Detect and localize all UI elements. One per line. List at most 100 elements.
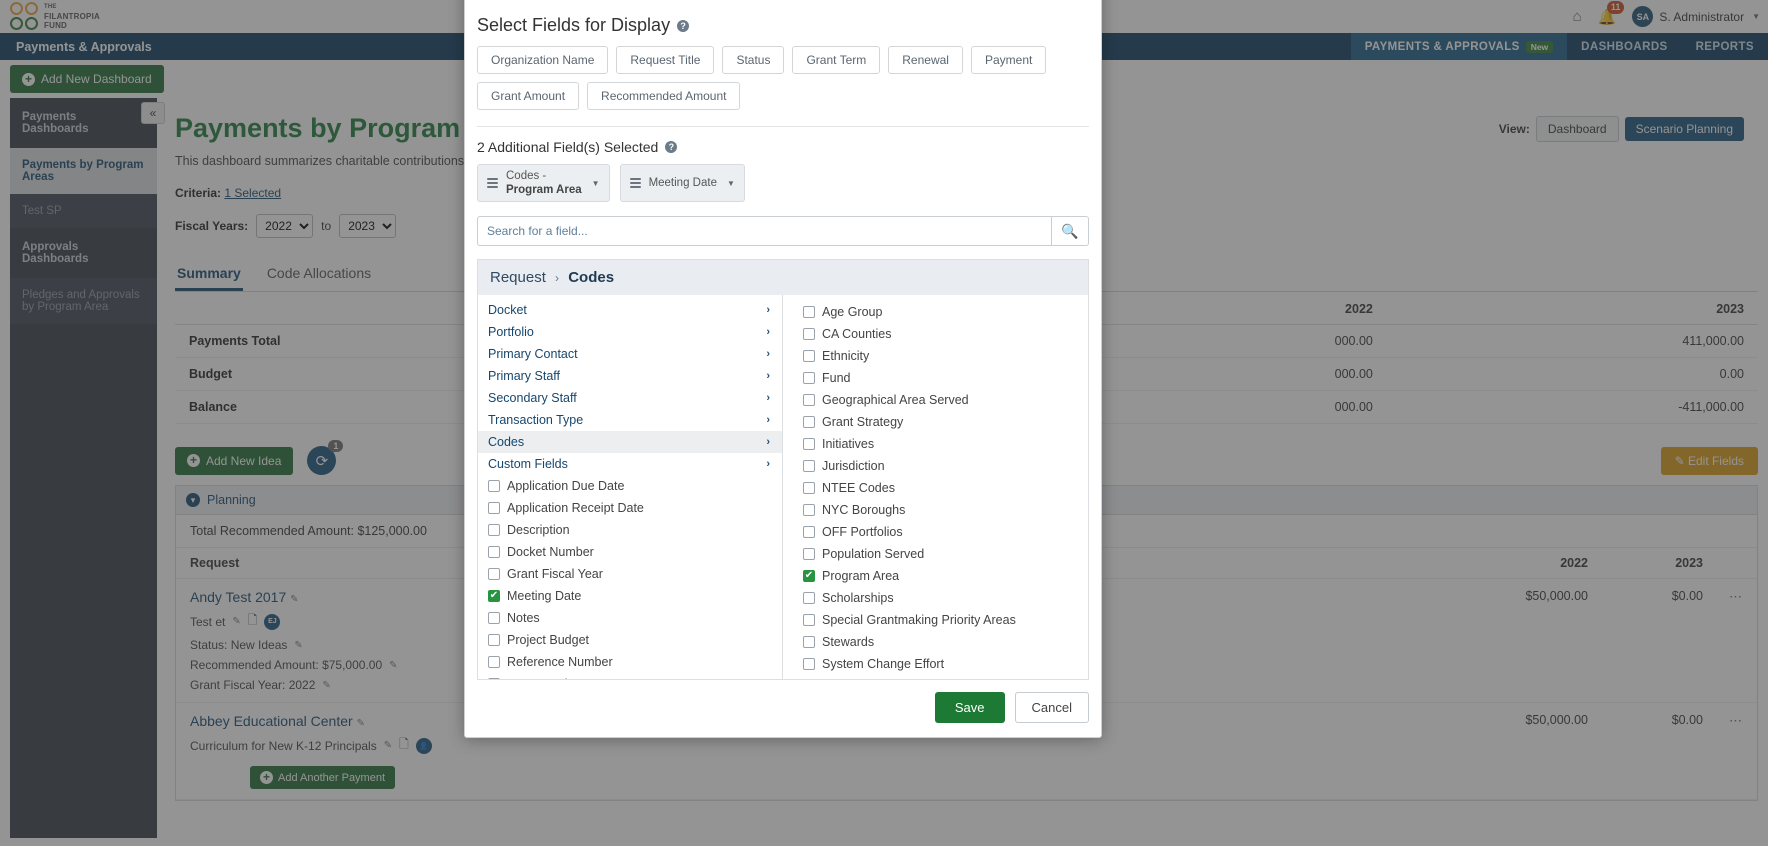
checkbox-scholarships[interactable]: Scholarships [793,587,1088,609]
checkbox-special-grantmaking-priority-areas[interactable]: Special Grantmaking Priority Areas [793,609,1088,631]
checkbox-program-area[interactable]: Program Area [793,565,1088,587]
checkbox-label: NYC Boroughs [822,503,906,517]
checkbox-icon[interactable] [803,438,815,450]
checkbox-icon[interactable] [803,614,815,626]
checkbox-icon[interactable] [803,548,815,560]
picker-body: Docket › Portfolio › Primary Contact › P… [478,295,1088,679]
chevron-down-icon[interactable]: ▼ [592,179,600,188]
checkbox-ca-counties[interactable]: CA Counties [793,323,1088,345]
chip-payment[interactable]: Payment [970,46,1047,74]
dialog-title: Select Fields for Display [477,15,671,35]
checkbox-icon-checked[interactable] [488,590,500,602]
tree-item-codes[interactable]: Codes › [478,431,782,453]
search-icon: 🔍 [1061,222,1079,239]
tree-item-primary-contact[interactable]: Primary Contact › [478,343,782,365]
checkbox-label: Grant Fiscal Year [507,567,603,581]
help-icon[interactable]: ? [677,19,690,32]
checkbox-jurisdiction[interactable]: Jurisdiction [793,455,1088,477]
breadcrumb-root[interactable]: Request [490,269,546,286]
checkbox-initiatives[interactable]: Initiatives [793,433,1088,455]
checkbox-requested-amount[interactable]: Requested Amount [478,673,782,679]
checkbox-icon[interactable] [488,656,500,668]
checkbox-stewards[interactable]: Stewards [793,631,1088,653]
checkbox-icon[interactable] [803,372,815,384]
checkbox-icon[interactable] [803,350,815,362]
checkbox-ntee-codes[interactable]: NTEE Codes [793,477,1088,499]
checkbox-icon[interactable] [488,568,500,580]
checkbox-system-change-effort[interactable]: System Change Effort [793,653,1088,675]
checkbox-icon[interactable] [488,634,500,646]
checkbox-icon[interactable] [803,658,815,670]
chip-status[interactable]: Status [722,46,785,74]
checkbox-off-portfolios[interactable]: OFF Portfolios [793,521,1088,543]
checkbox-reference-number[interactable]: Reference Number [478,651,782,673]
chip-label-lines: Codes - Program Area [506,169,582,197]
tree-item-transaction-type[interactable]: Transaction Type › [478,409,782,431]
checkbox-tax-status[interactable]: Tax Status [793,675,1088,679]
drag-handle-icon[interactable] [487,176,498,190]
additional-fields-count-row: 2 Additional Field(s) Selected ? [477,139,1101,155]
drag-handle-icon[interactable] [629,176,641,190]
checkbox-grant-fiscal-year[interactable]: Grant Fiscal Year [478,563,782,585]
tree-item-portfolio[interactable]: Portfolio › [478,321,782,343]
checkbox-label: Reference Number [507,655,613,669]
breadcrumb-separator-icon: › [555,271,560,285]
checkbox-application-due-date[interactable]: Application Due Date [478,475,782,497]
checkbox-icon[interactable] [488,546,500,558]
chevron-down-icon[interactable]: ▼ [727,179,735,188]
chip-grant-term[interactable]: Grant Term [792,46,881,74]
tree-item-secondary-staff[interactable]: Secondary Staff › [478,387,782,409]
checkbox-application-receipt-date[interactable]: Application Receipt Date [478,497,782,519]
checkbox-icon[interactable] [803,592,815,604]
checkbox-project-budget[interactable]: Project Budget [478,629,782,651]
checkbox-icon-checked[interactable] [803,570,815,582]
chip-renewal[interactable]: Renewal [888,46,963,74]
checkbox-icon[interactable] [488,612,500,624]
checkbox-icon[interactable] [803,394,815,406]
checkbox-notes[interactable]: Notes [478,607,782,629]
checkbox-icon[interactable] [803,460,815,472]
tree-item-primary-staff[interactable]: Primary Staff › [478,365,782,387]
tree-item-docket[interactable]: Docket › [478,299,782,321]
checkbox-description[interactable]: Description [478,519,782,541]
checkbox-nyc-boroughs[interactable]: NYC Boroughs [793,499,1088,521]
checkbox-icon[interactable] [803,482,815,494]
checkbox-geographical-area-served[interactable]: Geographical Area Served [793,389,1088,411]
dialog-title-row: Select Fields for Display ? [477,15,1101,36]
checkbox-fund[interactable]: Fund [793,367,1088,389]
chevron-right-icon: › [766,458,770,470]
chip-request-title[interactable]: Request Title [616,46,715,74]
chevron-right-icon: › [766,392,770,404]
chip-grant-amount[interactable]: Grant Amount [477,82,580,110]
checkbox-age-group[interactable]: Age Group [793,301,1088,323]
help-icon[interactable]: ? [665,141,678,153]
selected-chip-codes-program-area[interactable]: Codes - Program Area ▼ [477,164,610,202]
search-input[interactable] [477,216,1051,246]
checkbox-icon[interactable] [488,480,500,492]
checkbox-population-served[interactable]: Population Served [793,543,1088,565]
tree-item-label: Primary Contact [488,347,578,361]
checkbox-label: Population Served [822,547,925,561]
checkbox-docket-number[interactable]: Docket Number [478,541,782,563]
checkbox-ethnicity[interactable]: Ethnicity [793,345,1088,367]
checkbox-icon[interactable] [803,504,815,516]
save-button[interactable]: Save [934,692,1005,723]
checkbox-icon[interactable] [803,416,815,428]
chip-recommended-amount[interactable]: Recommended Amount [587,82,741,110]
tree-item-custom-fields[interactable]: Custom Fields › [478,453,782,475]
checkbox-meeting-date[interactable]: Meeting Date [478,585,782,607]
checkbox-grant-strategy[interactable]: Grant Strategy [793,411,1088,433]
checkbox-icon[interactable] [488,502,500,514]
additional-fields-count: 2 Additional Field(s) Selected [477,139,659,155]
checkbox-icon[interactable] [803,328,815,340]
search-button[interactable]: 🔍 [1051,216,1089,246]
chip-organization-name[interactable]: Organization Name [477,46,609,74]
checkbox-icon[interactable] [803,306,815,318]
checkbox-icon[interactable] [803,526,815,538]
checkbox-icon[interactable] [488,678,500,679]
checkbox-icon[interactable] [803,636,815,648]
checkbox-icon[interactable] [488,524,500,536]
selected-chip-meeting-date[interactable]: Meeting Date ▼ [619,164,745,202]
cancel-button[interactable]: Cancel [1014,692,1089,723]
checkbox-label: CA Counties [822,327,892,341]
